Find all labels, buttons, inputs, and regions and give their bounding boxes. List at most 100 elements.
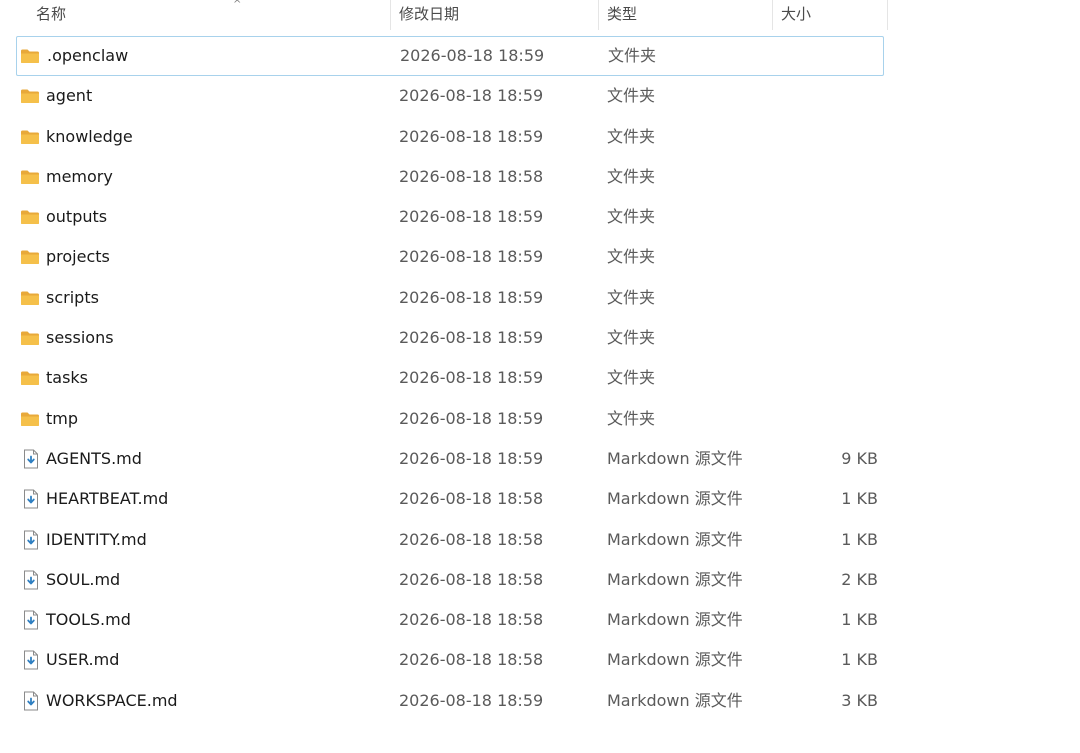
file-row[interactable]: IDENTITY.md 2026-08-18 18:58 Markdown 源文件 1… (16, 520, 884, 560)
file-name: SOUL.md (46, 569, 121, 589)
file-row[interactable]: WORKSPACE.md 2026-08-18 18:59 Markdown 源文件… (16, 681, 884, 721)
folder-icon (20, 36, 42, 76)
file-row[interactable]: tasks 2026-08-18 18:59 文件夹 (16, 358, 884, 398)
folder-icon (20, 157, 42, 197)
file-name: HEARTBEAT.md (46, 489, 169, 509)
file-size: 1 KB (841, 650, 878, 670)
file-name: sessions (46, 328, 114, 348)
folder-icon (20, 278, 42, 318)
file-type: 文件夹 (607, 408, 656, 428)
file-size: 9 KB (841, 448, 878, 468)
column-header-type[interactable]: 类型 (598, 0, 772, 30)
file-row[interactable]: scripts 2026-08-18 18:59 文件夹 (16, 278, 884, 318)
file-modified-date: 2026-08-18 18:59 (399, 247, 544, 267)
file-modified-date: 2026-08-18 18:59 (399, 86, 544, 106)
file-size (786, 157, 878, 197)
file-type: 文件夹 (607, 126, 656, 146)
file-size (786, 117, 878, 157)
file-name: tmp (46, 408, 79, 428)
file-modified-date: 2026-08-18 18:59 (399, 207, 544, 227)
folder-icon (20, 237, 42, 277)
file-row[interactable]: USER.md 2026-08-18 18:58 Markdown 源文件 1 KB (16, 640, 884, 680)
file-name: outputs (46, 207, 108, 227)
file-type: Markdown 源文件 (607, 690, 743, 710)
file-size (786, 278, 878, 318)
file-type: 文件夹 (607, 166, 656, 186)
file-row[interactable]: tmp 2026-08-18 18:59 文件夹 (16, 399, 884, 439)
folder-icon (20, 117, 42, 157)
file-name: WORKSPACE.md (46, 690, 178, 710)
file-modified-date: 2026-08-18 18:59 (399, 448, 544, 468)
column-header-type-label: 类型 (607, 5, 638, 23)
file-modified-date: 2026-08-18 18:59 (399, 126, 544, 146)
file-list: .openclaw 2026-08-18 18:59 文件夹 agent 2026-08… (16, 36, 884, 721)
file-name: TOOLS.md (46, 610, 131, 630)
file-size (786, 318, 878, 358)
file-row[interactable]: .openclaw 2026-08-18 18:59 文件夹 (16, 36, 884, 77)
file-modified-date: 2026-08-18 18:59 (399, 287, 544, 307)
file-size: 1 KB (841, 489, 878, 509)
file-modified-date: 2026-08-18 18:58 (399, 569, 544, 589)
file-type: Markdown 源文件 (607, 448, 743, 468)
file-type: 文件夹 (607, 207, 656, 227)
file-type: 文件夹 (607, 328, 656, 348)
folder-icon (20, 399, 42, 439)
file-row[interactable]: projects 2026-08-18 18:59 文件夹 (16, 237, 884, 277)
md-file-icon (20, 479, 42, 519)
md-file-icon (20, 600, 42, 640)
file-type: 文件夹 (607, 287, 656, 307)
file-type: Markdown 源文件 (607, 569, 743, 589)
file-row[interactable]: memory 2026-08-18 18:58 文件夹 (16, 157, 884, 197)
file-name: AGENTS.md (46, 448, 142, 468)
file-name: scripts (46, 287, 99, 307)
column-header-name[interactable]: 名称 ^ (28, 0, 390, 30)
file-row[interactable]: HEARTBEAT.md 2026-08-18 18:58 Markdown 源文件… (16, 479, 884, 519)
md-file-icon (20, 640, 42, 680)
folder-icon (20, 358, 42, 398)
file-modified-date: 2026-08-18 18:59 (399, 408, 544, 428)
column-header-size[interactable]: 大小 (772, 0, 888, 30)
file-type: 文件夹 (607, 247, 656, 267)
folder-icon (20, 318, 42, 358)
file-size (786, 399, 878, 439)
column-header: 名称 ^ 修改日期 类型 大小 (0, 0, 890, 30)
file-size: 3 KB (841, 690, 878, 710)
file-modified-date: 2026-08-18 18:58 (399, 489, 544, 509)
md-file-icon (20, 520, 42, 560)
file-name: memory (46, 166, 113, 186)
file-row[interactable]: SOUL.md 2026-08-18 18:58 Markdown 源文件 2 KB (16, 560, 884, 600)
file-row[interactable]: TOOLS.md 2026-08-18 18:58 Markdown 源文件 1 KB (16, 600, 884, 640)
file-name: projects (46, 247, 110, 267)
file-name: USER.md (46, 650, 120, 670)
file-type: 文件夹 (608, 46, 657, 65)
column-header-date[interactable]: 修改日期 (390, 0, 598, 30)
file-size (786, 76, 878, 116)
file-modified-date: 2026-08-18 18:59 (399, 368, 544, 388)
file-modified-date: 2026-08-18 18:58 (399, 166, 544, 186)
file-row[interactable]: outputs 2026-08-18 18:59 文件夹 (16, 197, 884, 237)
file-type: Markdown 源文件 (607, 489, 743, 509)
file-modified-date: 2026-08-18 18:59 (399, 690, 544, 710)
file-type: 文件夹 (607, 368, 656, 388)
file-name: agent (46, 86, 93, 106)
md-file-icon (20, 681, 42, 721)
file-row[interactable]: sessions 2026-08-18 18:59 文件夹 (16, 318, 884, 358)
file-type: 文件夹 (607, 86, 656, 106)
file-size: 1 KB (841, 610, 878, 630)
file-modified-date: 2026-08-18 18:58 (399, 529, 544, 549)
folder-icon (20, 76, 42, 116)
file-size: 2 KB (841, 569, 878, 589)
file-name: knowledge (46, 126, 133, 146)
md-file-icon (20, 439, 42, 479)
column-header-date-label: 修改日期 (399, 5, 460, 23)
file-explorer: 名称 ^ 修改日期 类型 大小 .openclaw 2026-08-18 18:5… (0, 0, 1080, 753)
file-row[interactable]: knowledge 2026-08-18 18:59 文件夹 (16, 117, 884, 157)
file-size (786, 358, 878, 398)
file-row[interactable]: AGENTS.md 2026-08-18 18:59 Markdown 源文件 9 K… (16, 439, 884, 479)
folder-icon (20, 197, 42, 237)
file-row[interactable]: agent 2026-08-18 18:59 文件夹 (16, 76, 884, 116)
column-header-size-label: 大小 (781, 5, 812, 23)
file-size (786, 197, 878, 237)
file-modified-date: 2026-08-18 18:59 (399, 328, 544, 348)
file-size: 1 KB (841, 529, 878, 549)
